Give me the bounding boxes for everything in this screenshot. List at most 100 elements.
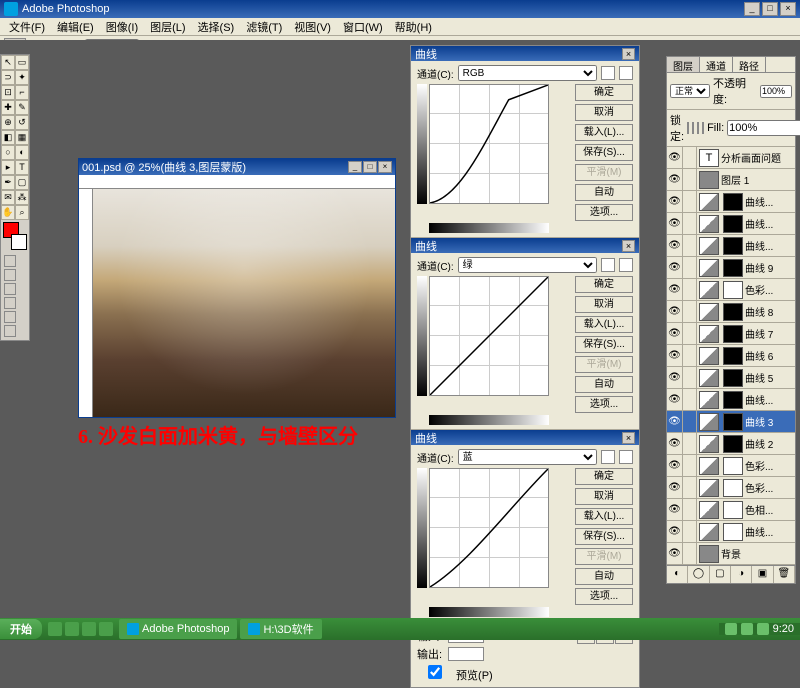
layer-style-button[interactable]: ◐ xyxy=(667,566,688,583)
lock-all-icon[interactable] xyxy=(702,122,704,134)
curves-close-button[interactable]: × xyxy=(622,240,635,252)
link-icon[interactable] xyxy=(683,147,697,169)
curve-tool-icon[interactable] xyxy=(601,258,615,272)
curve-plot[interactable] xyxy=(429,276,549,396)
visibility-icon[interactable]: 👁 xyxy=(667,521,683,543)
color-swatches[interactable] xyxy=(3,222,27,250)
quicklaunch-icon[interactable] xyxy=(48,622,62,636)
ok-button[interactable]: 确定 xyxy=(575,468,633,485)
link-icon[interactable] xyxy=(683,257,697,279)
tool-marquee[interactable]: ▭ xyxy=(15,55,29,70)
channel-select[interactable]: 蓝 xyxy=(458,449,597,465)
tool-shape[interactable]: ▢ xyxy=(15,175,29,190)
tool-slice[interactable]: ⌐ xyxy=(15,85,29,100)
layer-row[interactable]: 👁T分析画面问题 xyxy=(667,147,795,169)
layer-set-button[interactable]: ▢ xyxy=(710,566,731,583)
link-icon[interactable] xyxy=(683,543,697,565)
link-icon[interactable] xyxy=(683,191,697,213)
load-button[interactable]: 载入(L)... xyxy=(575,316,633,333)
pencil-tool-icon[interactable] xyxy=(619,66,633,80)
save-button[interactable]: 保存(S)... xyxy=(575,144,633,161)
layer-row[interactable]: 👁曲线 5 xyxy=(667,367,795,389)
curves-close-button[interactable]: × xyxy=(622,48,635,60)
layer-mask-button[interactable]: ◯ xyxy=(688,566,709,583)
tab-layers[interactable]: 图层 xyxy=(667,57,700,72)
visibility-icon[interactable]: 👁 xyxy=(667,477,683,499)
layer-row[interactable]: 👁曲线 2 xyxy=(667,433,795,455)
load-button[interactable]: 载入(L)... xyxy=(575,124,633,141)
cancel-button[interactable]: 取消 xyxy=(575,104,633,121)
screen-full-menu[interactable] xyxy=(4,297,16,309)
visibility-icon[interactable]: 👁 xyxy=(667,389,683,411)
layer-row[interactable]: 👁曲线... xyxy=(667,521,795,543)
options-button[interactable]: 选项... xyxy=(575,204,633,221)
maximize-button[interactable]: □ xyxy=(762,2,778,16)
tool-brush[interactable]: ✎ xyxy=(15,100,29,115)
tool-type[interactable]: T xyxy=(15,160,29,175)
visibility-icon[interactable]: 👁 xyxy=(667,455,683,477)
tool-stamp[interactable]: ⊕ xyxy=(1,115,15,130)
fill-input[interactable] xyxy=(727,120,800,136)
link-icon[interactable] xyxy=(683,433,697,455)
save-button[interactable]: 保存(S)... xyxy=(575,336,633,353)
tray-icon[interactable] xyxy=(757,623,769,635)
menu-item[interactable]: 编辑(E) xyxy=(52,18,99,36)
layer-row[interactable]: 👁曲线... xyxy=(667,389,795,411)
link-icon[interactable] xyxy=(683,213,697,235)
doc-close-button[interactable]: × xyxy=(378,161,392,173)
link-icon[interactable] xyxy=(683,323,697,345)
ok-button[interactable]: 确定 xyxy=(575,84,633,101)
quicklaunch-icon[interactable] xyxy=(82,622,96,636)
curve-plot[interactable] xyxy=(429,84,549,204)
link-icon[interactable] xyxy=(683,499,697,521)
tool-dodge[interactable]: ◐ xyxy=(15,145,29,160)
tool-lasso[interactable]: ⊃ xyxy=(1,70,15,85)
tool-gradient[interactable]: ▦ xyxy=(15,130,29,145)
preview-checkbox[interactable]: 预览(P) xyxy=(417,670,493,682)
tool-eraser[interactable]: ◧ xyxy=(1,130,15,145)
quicklaunch-icon[interactable] xyxy=(65,622,79,636)
quicklaunch-icon[interactable] xyxy=(99,622,113,636)
doc-maximize-button[interactable]: □ xyxy=(363,161,377,173)
tool-eyedrop[interactable]: ⁂ xyxy=(15,190,29,205)
menu-item[interactable]: 帮助(H) xyxy=(390,18,437,36)
tool-history[interactable]: ↺ xyxy=(15,115,29,130)
menu-item[interactable]: 文件(F) xyxy=(4,18,50,36)
tray-icon[interactable] xyxy=(741,623,753,635)
tool-hand[interactable]: ✋ xyxy=(1,205,15,220)
lock-image-icon[interactable] xyxy=(692,122,694,134)
link-icon[interactable] xyxy=(683,477,697,499)
tool-wand[interactable]: ✦ xyxy=(15,70,29,85)
taskbar-task[interactable]: Adobe Photoshop xyxy=(119,619,237,639)
visibility-icon[interactable]: 👁 xyxy=(667,411,683,433)
link-icon[interactable] xyxy=(683,367,697,389)
visibility-icon[interactable]: 👁 xyxy=(667,367,683,389)
cancel-button[interactable]: 取消 xyxy=(575,488,633,505)
visibility-icon[interactable]: 👁 xyxy=(667,235,683,257)
visibility-icon[interactable]: 👁 xyxy=(667,345,683,367)
visibility-icon[interactable]: 👁 xyxy=(667,433,683,455)
options-button[interactable]: 选项... xyxy=(575,588,633,605)
layer-row[interactable]: 👁色彩... xyxy=(667,477,795,499)
mode-standard[interactable] xyxy=(4,255,16,267)
tool-pen[interactable]: ✒ xyxy=(1,175,15,190)
layer-row[interactable]: 👁背景 xyxy=(667,543,795,565)
doc-minimize-button[interactable]: _ xyxy=(348,161,362,173)
link-icon[interactable] xyxy=(683,455,697,477)
layer-new-button[interactable]: ▣ xyxy=(752,566,773,583)
menu-item[interactable]: 视图(V) xyxy=(289,18,336,36)
link-icon[interactable] xyxy=(683,279,697,301)
tool-zoom[interactable]: ⌕ xyxy=(15,205,29,220)
ruler-vertical[interactable] xyxy=(79,189,93,417)
canvas[interactable] xyxy=(93,189,395,417)
background-color[interactable] xyxy=(11,234,27,250)
layer-row[interactable]: 👁曲线... xyxy=(667,191,795,213)
ruler-horizontal[interactable] xyxy=(79,175,395,189)
mode-quickmask[interactable] xyxy=(4,269,16,281)
layer-row[interactable]: 👁色彩... xyxy=(667,455,795,477)
layer-row[interactable]: 👁曲线 3 xyxy=(667,411,795,433)
visibility-icon[interactable]: 👁 xyxy=(667,279,683,301)
channel-select[interactable]: RGB xyxy=(458,65,597,81)
close-button[interactable]: × xyxy=(780,2,796,16)
pencil-tool-icon[interactable] xyxy=(619,450,633,464)
